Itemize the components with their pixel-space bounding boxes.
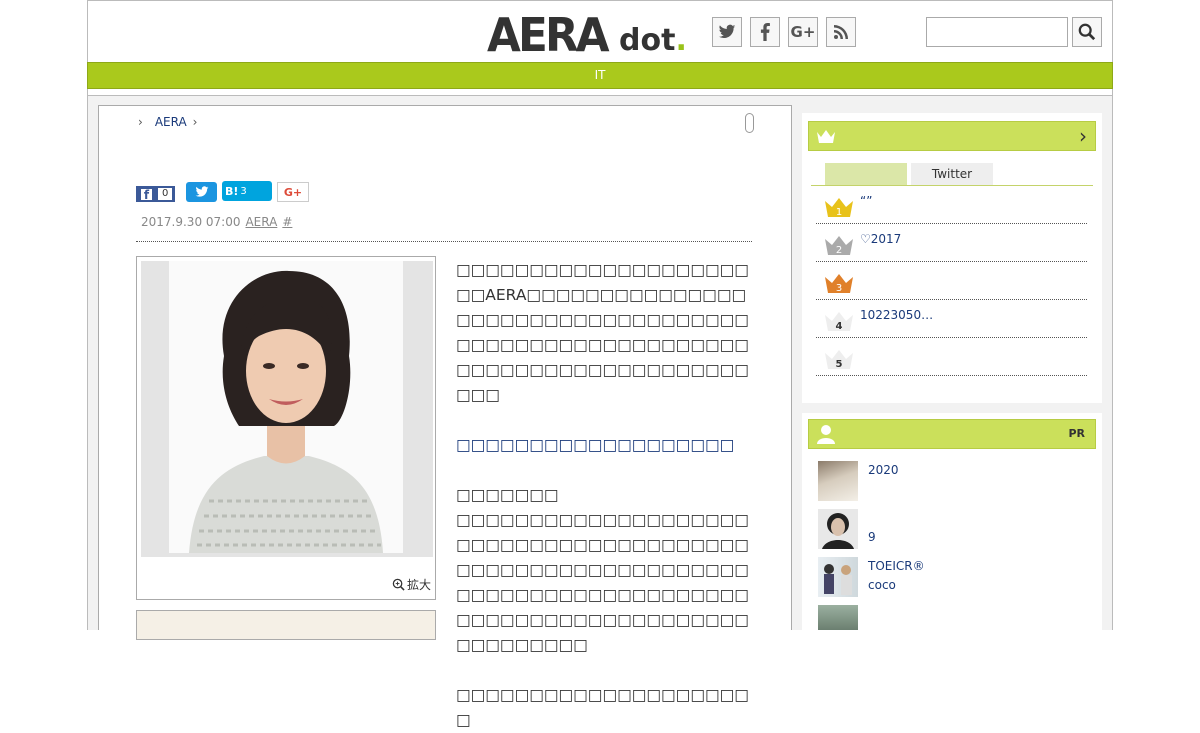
facebook-icon: f [141,188,152,201]
gplus-label: G+ [283,185,303,199]
crown-icon [817,130,835,143]
ranking-item[interactable]: 5 [816,338,1087,376]
pr-item-title[interactable]: 9 [868,528,876,547]
breadcrumb-item[interactable]: AERA [155,115,187,129]
pr-item-title[interactable]: TOEICR® [868,557,925,576]
pr-header: PR [808,419,1096,449]
divider [136,241,752,242]
twitter-icon [195,186,208,197]
source-link[interactable]: AERA [245,215,277,229]
category-nav[interactable]: IT [87,62,1113,89]
clip-icon[interactable] [745,113,754,133]
rank-3-crown-icon: 3 [825,274,853,294]
zoom-in-icon [392,578,405,591]
article-photo[interactable]: 拡大 [136,256,436,600]
zoom-button[interactable]: 拡大 [392,576,431,593]
body-heading: □□□□□□□ [456,486,559,504]
search-input[interactable] [926,17,1068,47]
search-button[interactable] [1072,17,1102,47]
svg-text:4: 4 [836,321,843,332]
publish-date: 2017.9.30 07:00 [141,215,241,229]
zoom-label: 拡大 [406,578,431,592]
body-paragraph: □□□□□□□□□□□□□□□□□□□□□□AERA□□□□□□□□□□□□□□… [456,261,749,404]
facebook-count: 0 [158,188,173,200]
body-paragraph: □□□□□□□□□□□□□□□□□□□□□ [456,686,749,729]
google-plus-icon[interactable]: G+ [788,17,818,47]
tweet-button[interactable] [186,182,217,202]
twitter-icon[interactable] [712,17,742,47]
ranking-item-title: “” [860,194,873,208]
chevron-right-icon: › [192,115,198,129]
body-link[interactable]: □□□□□□□□□□□□□□□□□□□ [456,433,756,458]
ranking-item-title: 10223050… [860,308,934,322]
tab-access[interactable] [825,163,907,185]
ranking-item-title: ♡2017 [860,232,902,246]
hatena-label: B! [225,184,239,198]
rank-2-crown-icon: 2 [825,236,853,256]
facebook-icon[interactable] [750,17,780,47]
pr-thumbnail[interactable] [818,461,858,501]
pr-thumbnail[interactable] [818,509,858,549]
ranking-header[interactable]: › [808,121,1096,151]
tab-twitter[interactable]: Twitter [911,163,993,185]
article-body: □□□□□□□□□□□□□□□□□□□□□□AERA□□□□□□□□□□□□□□… [456,258,756,733]
pr-label: PR [1068,427,1085,440]
ranking-item[interactable]: 4 10223050… [816,300,1087,338]
svg-text:3: 3 [836,283,842,294]
article-meta: 2017.9.30 07:00 AERA # [141,215,292,229]
ranking-item[interactable]: 1 “” [816,186,1087,224]
body-paragraph: □□□□□□□□□□□□□□□□□□□□□□□□□□□□□□□□□□□□□□□□… [456,511,749,654]
pr-thumbnail[interactable] [818,557,858,597]
rss-icon[interactable] [826,17,856,47]
hash-link[interactable]: # [282,215,292,229]
ranking-item[interactable]: 3 [816,262,1087,300]
facebook-share-button[interactable]: f 0 [136,186,175,202]
portrait-image [169,261,403,553]
ranking-item[interactable]: 2 ♡2017 [816,224,1087,262]
rank-1-crown-icon: 1 [825,198,853,218]
breadcrumb: › AERA › [138,115,197,129]
chevron-right-icon: › [1079,124,1087,148]
nav-label[interactable]: IT [595,68,606,82]
rank-5-crown-icon: 5 [825,350,853,370]
person-icon [817,425,835,444]
svg-text:2: 2 [836,245,842,256]
svg-text:5: 5 [836,359,843,370]
svg-text:1: 1 [836,207,842,218]
google-plus-share-button[interactable]: G+ [277,182,309,202]
hatena-bookmark-button[interactable]: B! 3 [222,181,272,201]
pr-item-title[interactable]: 2020 [868,461,899,480]
logo-sub: dot. [619,23,687,58]
second-photo[interactable] [136,610,436,640]
search-icon [1078,23,1096,41]
logo-main: AERA [487,8,610,62]
site-logo[interactable]: AERA dot. [487,6,687,58]
rank-4-crown-icon: 4 [825,312,853,332]
chevron-right-icon: › [138,115,143,129]
pr-item-subtitle[interactable]: coco [868,576,896,595]
ranking-tabs: Twitter [811,163,1093,186]
pr-thumbnail[interactable] [818,605,858,630]
hatena-count: 3 [240,185,247,197]
